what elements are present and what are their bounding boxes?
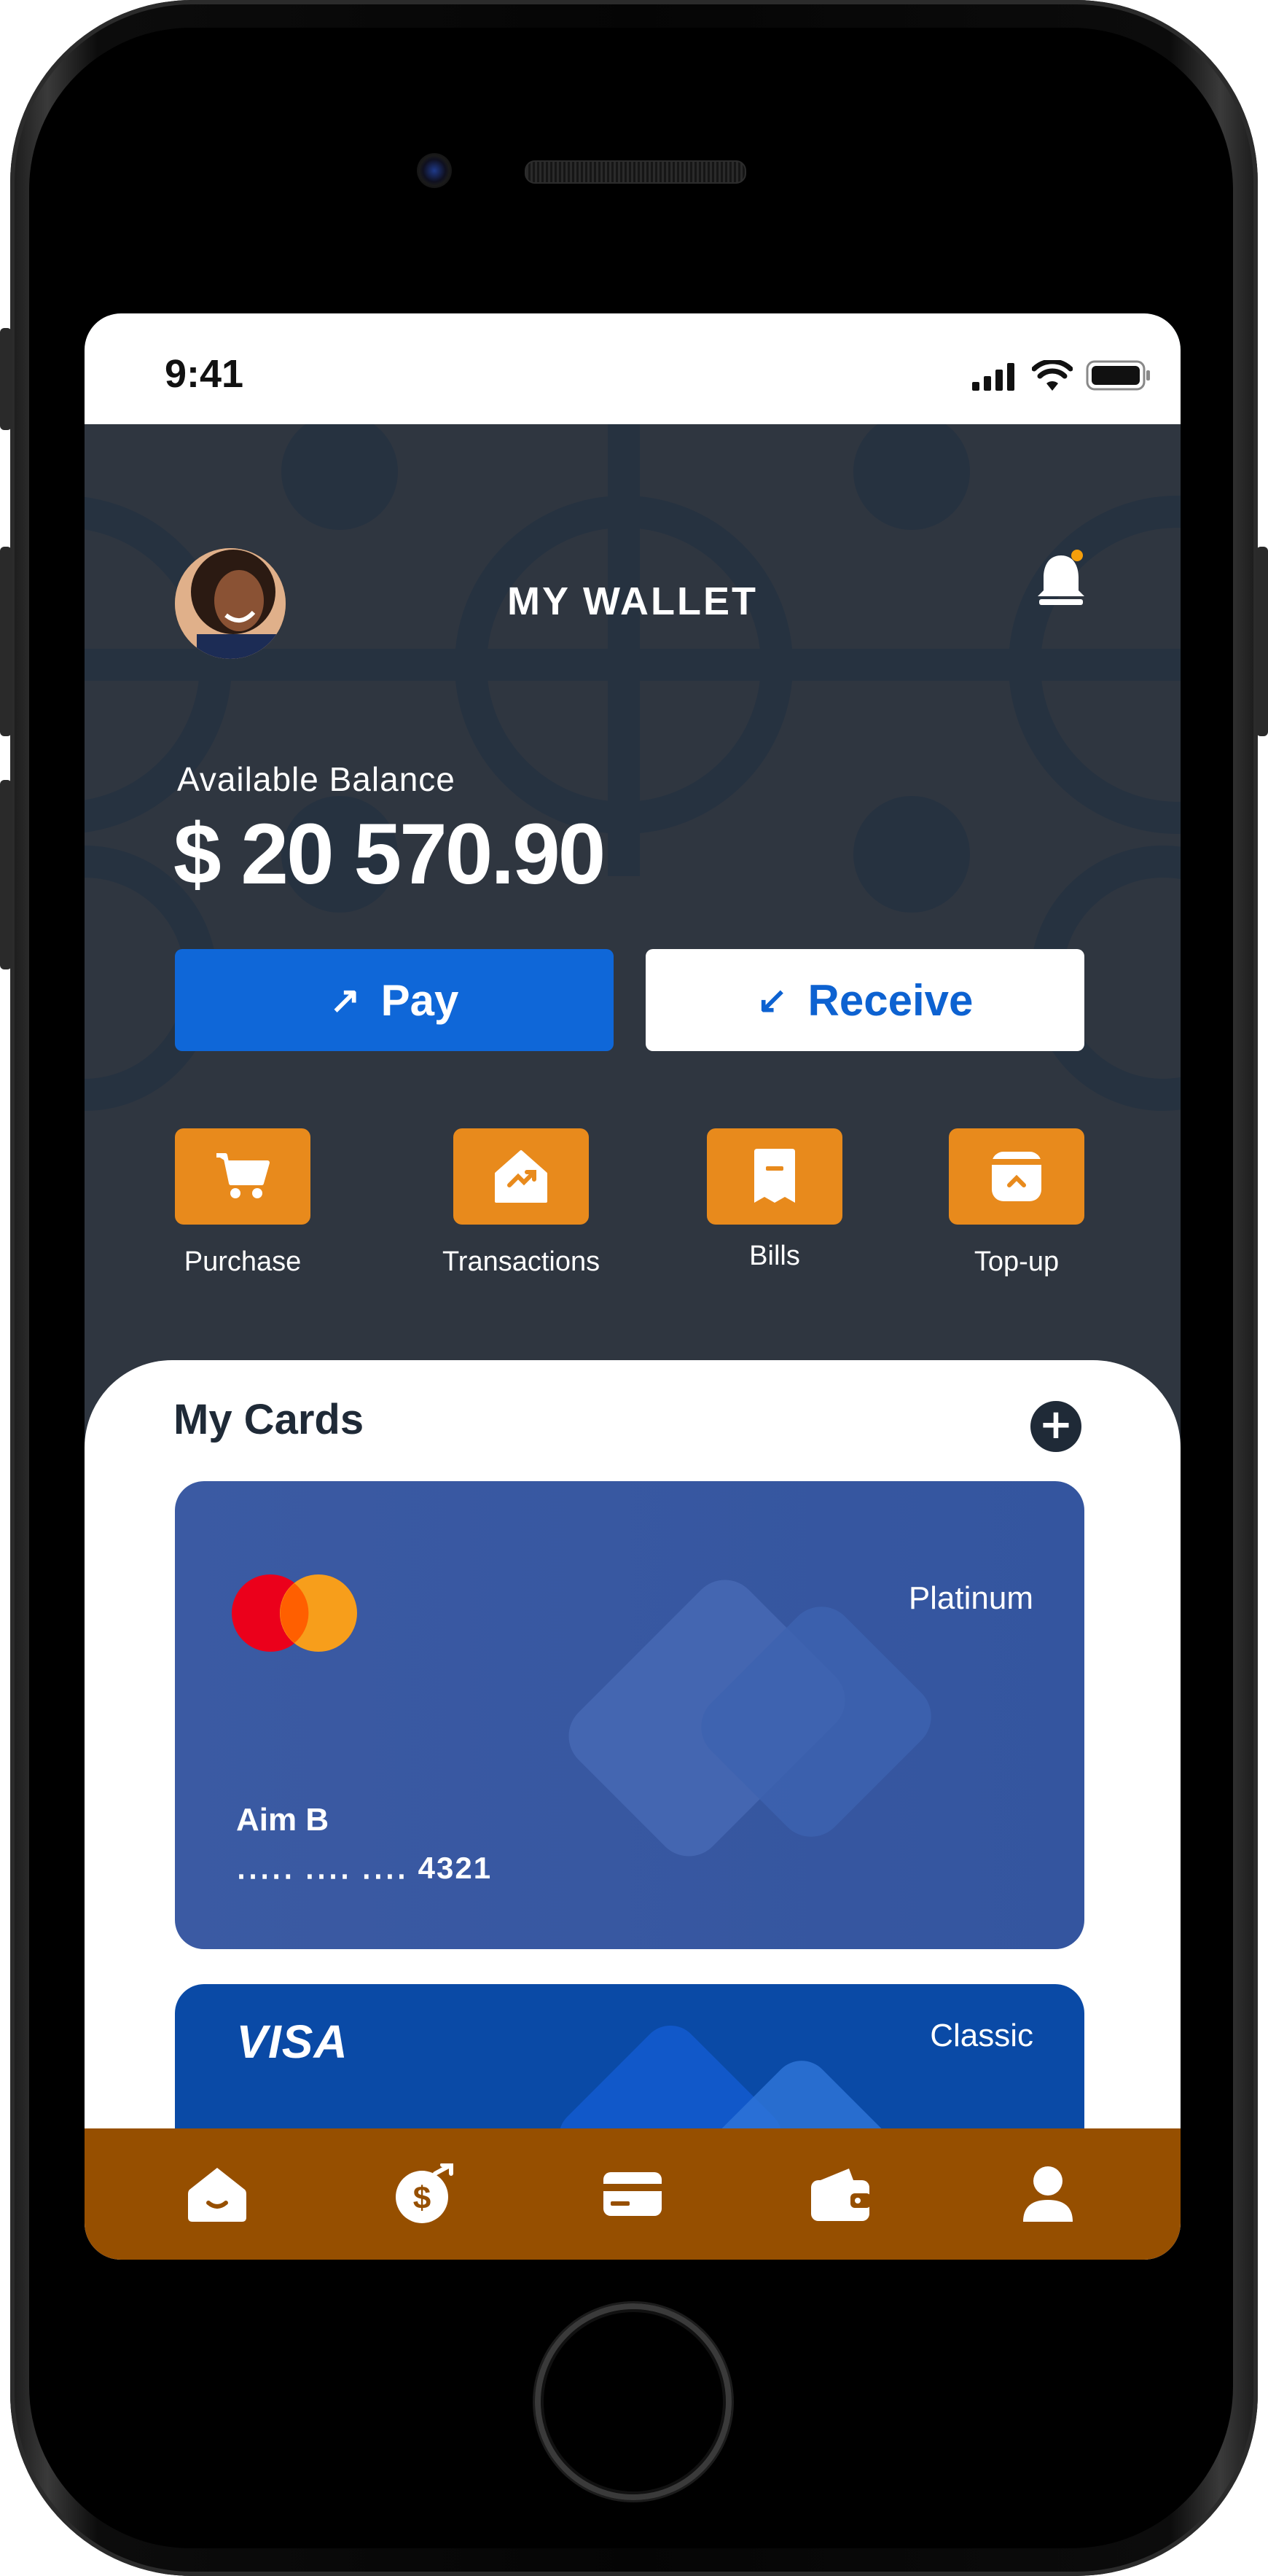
status-bar: 9:41: [85, 313, 1181, 424]
arrow-up-right-icon: ↗: [329, 980, 361, 1020]
action-label: Transactions: [442, 1246, 600, 1277]
chart-up-icon: [495, 1150, 548, 1203]
earpiece-speaker: [525, 160, 746, 184]
card-holder-name: Aim B: [236, 1802, 329, 1838]
svg-text:$: $: [413, 2180, 431, 2216]
volume-up-button: [0, 547, 12, 736]
receipt-icon: [754, 1149, 795, 1203]
plus-icon: +: [1038, 1401, 1073, 1448]
signal-icon: [972, 363, 1014, 391]
home-icon: [188, 2168, 247, 2222]
wallet-box-icon: [992, 1152, 1041, 1201]
wifi-icon: [1032, 360, 1073, 391]
cards-sheet: My Cards + Platinum Aim B ․․․․․ ․․․․ ․․․…: [85, 1360, 1181, 2260]
battery-icon: [1086, 360, 1150, 391]
bills-tile: [707, 1128, 842, 1225]
wallet-hero: MY WALLET Available Balance $ 20 570.90 …: [85, 424, 1181, 1372]
receive-button-label: Receive: [807, 975, 974, 1025]
action-purchase[interactable]: Purchase: [175, 1128, 310, 1278]
nav-transfer[interactable]: $: [385, 2154, 465, 2234]
transactions-tile: [453, 1128, 590, 1225]
visa-logo: VISA: [236, 2015, 348, 2068]
receive-button[interactable]: ↙ Receive: [646, 949, 1084, 1051]
card-number: ․․․․․ ․․․․ ․․․․ 4321: [236, 1851, 493, 1885]
front-camera: [417, 153, 452, 188]
cart-tile: [175, 1128, 310, 1225]
status-icons: [972, 360, 1151, 391]
mastercard-logo-icon: [232, 1574, 357, 1652]
card-mastercard[interactable]: Platinum Aim B ․․․․․ ․․․․ ․․․․ 4321: [175, 1481, 1084, 1949]
balance-label: Available Balance: [177, 760, 455, 798]
action-label: Bills: [749, 1241, 800, 1271]
wallet-icon: [810, 2169, 871, 2221]
arrow-down-left-icon: ↙: [756, 980, 788, 1020]
card-tier: Classic: [930, 2018, 1033, 2053]
action-label: Purchase: [184, 1246, 302, 1277]
pay-button-label: Pay: [380, 975, 459, 1025]
pay-button[interactable]: ↗ Pay: [175, 949, 614, 1051]
bell-icon[interactable]: [1032, 548, 1090, 614]
credit-card-icon: [603, 2172, 662, 2216]
bottom-nav: $: [85, 2128, 1181, 2260]
action-bills[interactable]: Bills: [707, 1128, 842, 1272]
device-frame: 9:41 MY WALLET Available Balance $ 20 57…: [0, 0, 1268, 2576]
nav-wallet[interactable]: [800, 2154, 880, 2234]
app-screen: 9:41 MY WALLET Available Balance $ 20 57…: [85, 313, 1181, 2260]
nav-cards[interactable]: [592, 2154, 673, 2234]
nav-home[interactable]: [177, 2154, 257, 2234]
money-transfer-icon: $: [396, 2163, 454, 2223]
nav-profile[interactable]: [1008, 2154, 1088, 2234]
add-card-button[interactable]: +: [1030, 1401, 1081, 1452]
home-button[interactable]: [535, 2303, 732, 2500]
page-title: MY WALLET: [507, 579, 758, 623]
mute-switch: [0, 328, 12, 430]
action-topup[interactable]: Top-up: [949, 1128, 1084, 1278]
status-time: 9:41: [165, 352, 244, 396]
volume-down-button: [0, 780, 12, 969]
profile-icon: [1022, 2166, 1073, 2222]
balance-amount: $ 20 570.90: [173, 806, 606, 902]
cart-icon: [216, 1153, 270, 1198]
action-transactions[interactable]: Transactions: [442, 1128, 600, 1278]
power-button: [1256, 547, 1268, 736]
card-tier: Platinum: [908, 1580, 1033, 1616]
action-label: Top-up: [974, 1246, 1060, 1277]
topup-tile: [949, 1128, 1084, 1225]
section-title: My Cards: [173, 1396, 364, 1443]
